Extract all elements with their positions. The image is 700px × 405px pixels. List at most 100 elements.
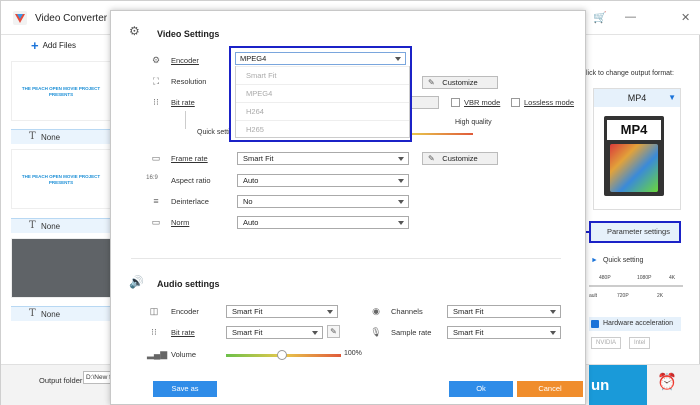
audio-bitrate-select[interactable]: Smart Fit bbox=[226, 326, 323, 339]
thumbnail-text: THE PEACH OPEN MOVIE PROJECT PRESENTS bbox=[21, 86, 101, 97]
sample-rate-select[interactable]: Smart Fit bbox=[447, 326, 561, 339]
norm-value: Auto bbox=[243, 218, 259, 227]
resolution-slider[interactable]: 480P 1080P 4K ault 720P 2K bbox=[589, 273, 684, 303]
audio-encoder-select[interactable]: Smart Fit bbox=[226, 305, 338, 318]
close-icon[interactable]: ✕ bbox=[681, 11, 690, 24]
subtitle-row[interactable]: T None bbox=[11, 306, 111, 321]
quick-setting-label: Quick setting bbox=[602, 257, 644, 264]
triangle-right-icon: ► bbox=[591, 257, 598, 264]
alarm-clock-icon[interactable]: ⏰ bbox=[647, 365, 687, 401]
ok-button[interactable]: Ok bbox=[449, 381, 513, 397]
caret-down-icon bbox=[395, 57, 401, 61]
customize-label: Customize bbox=[442, 154, 478, 163]
checkbox[interactable] bbox=[511, 98, 520, 107]
deinterlace-icon: ≡ bbox=[153, 196, 159, 206]
encoder-option[interactable]: MPEG4 bbox=[236, 84, 409, 102]
app-logo-icon bbox=[13, 11, 27, 25]
slider-track bbox=[589, 285, 683, 287]
customize-frame-rate-button[interactable]: ✎ Customize bbox=[422, 152, 498, 165]
quick-setting-toggle[interactable]: ► Quick setting bbox=[591, 257, 643, 264]
sample-rate-value: Smart Fit bbox=[453, 328, 484, 337]
lossless-mode-checkbox[interactable]: Lossless mode bbox=[511, 98, 574, 107]
intel-option[interactable]: Intel bbox=[629, 337, 651, 349]
caret-down-icon bbox=[550, 310, 556, 314]
norm-select[interactable]: Auto bbox=[237, 216, 409, 229]
save-as-button[interactable]: Save as bbox=[153, 381, 217, 397]
caret-down-icon bbox=[398, 200, 404, 204]
tree-line bbox=[185, 111, 186, 129]
subtitle-label: None bbox=[41, 310, 61, 319]
customize-resolution-button[interactable]: ✎ Customize bbox=[422, 76, 498, 89]
deinterlace-select[interactable]: No bbox=[237, 195, 409, 208]
add-files-button[interactable]: + Add Files bbox=[31, 39, 76, 52]
hardware-acceleration-toggle[interactable]: Hardware acceleration bbox=[589, 317, 681, 331]
aspect-ratio-label: Aspect ratio bbox=[171, 176, 211, 185]
res-tick: 480P bbox=[599, 275, 611, 281]
parameter-settings-button[interactable]: Parameter settings bbox=[589, 221, 681, 243]
subtitle-label: None bbox=[41, 133, 61, 142]
res-tick: 720P bbox=[617, 293, 629, 299]
format-header[interactable]: MP4 ▼ bbox=[594, 89, 680, 107]
high-quality-label: High quality bbox=[455, 119, 492, 126]
encoder-current-value: MPEG4 bbox=[240, 54, 267, 63]
gpu-options: NVIDIA Intel bbox=[591, 337, 651, 349]
monitor-icon: ▭ bbox=[151, 217, 161, 227]
channels-label: Channels bbox=[391, 307, 423, 316]
subtitle-row[interactable]: T None bbox=[11, 218, 111, 233]
res-tick: 1080P bbox=[637, 275, 652, 281]
subtitle-label: None bbox=[41, 222, 61, 231]
aspect-ratio-value: Auto bbox=[243, 176, 259, 185]
checkbox-checked[interactable] bbox=[591, 320, 599, 328]
format-badge: MP4 bbox=[607, 120, 661, 140]
chevron-down-icon: ▼ bbox=[668, 93, 676, 102]
aspect-ratio-select[interactable]: Auto bbox=[237, 174, 409, 187]
frame-rate-select[interactable]: Smart Fit bbox=[237, 152, 409, 165]
frame-rate-label: Frame rate bbox=[171, 154, 208, 163]
quality-slider-track[interactable] bbox=[411, 133, 473, 135]
caret-down-icon bbox=[398, 157, 404, 161]
output-format-hint: lick to change output format: bbox=[586, 70, 674, 77]
channels-select[interactable]: Smart Fit bbox=[447, 305, 561, 318]
subtitle-row[interactable]: T None bbox=[11, 129, 111, 144]
text-icon: T bbox=[29, 220, 36, 231]
audio-bitrate-icon: ⁝⁝ bbox=[151, 327, 157, 337]
encoder-option[interactable]: H264 bbox=[236, 102, 409, 120]
microphone-icon: 🎙 bbox=[370, 327, 382, 337]
encoder-options-list: Smart Fit MPEG4 H264 H265 bbox=[235, 66, 410, 138]
nvidia-option[interactable]: NVIDIA bbox=[591, 337, 622, 349]
output-folder-field[interactable]: D:\New fo bbox=[83, 371, 113, 384]
video-thumbnail[interactable]: THE PEACH OPEN MOVIE PROJECT PRESENTS bbox=[11, 61, 111, 121]
vbr-label: VBR mode bbox=[464, 98, 501, 107]
encoder-option[interactable]: H265 bbox=[236, 120, 409, 138]
run-button[interactable]: un bbox=[589, 365, 647, 405]
res-tick: 2K bbox=[657, 293, 664, 299]
lossless-label: Lossless mode bbox=[524, 98, 575, 107]
output-format-selector[interactable]: MP4 ▼ MP4 bbox=[593, 88, 681, 210]
cancel-button[interactable]: Cancel bbox=[517, 381, 583, 397]
cart-icon[interactable]: 🛒 bbox=[593, 11, 607, 24]
volume-value: 100% bbox=[344, 350, 362, 357]
film-reel-icon bbox=[610, 144, 658, 192]
audio-bitrate-value: Smart Fit bbox=[232, 328, 263, 337]
format-name: MP4 bbox=[627, 93, 647, 103]
checkbox[interactable] bbox=[451, 98, 460, 107]
encoder-dropdown[interactable]: MPEG4 Smart Fit MPEG4 H264 H265 bbox=[229, 46, 412, 142]
volume-slider-handle[interactable] bbox=[277, 350, 287, 360]
encoder-option[interactable]: Smart Fit bbox=[236, 66, 409, 84]
bitrate-label: Bit rate bbox=[171, 98, 195, 107]
aspect-ratio-icon: 16:9 bbox=[146, 175, 158, 181]
video-thumbnail[interactable]: THE PEACH OPEN MOVIE PROJECT PRESENTS bbox=[11, 149, 111, 209]
sample-rate-label: Sample rate bbox=[391, 328, 432, 337]
edit-bitrate-button[interactable]: ✎ bbox=[327, 325, 340, 338]
minimize-icon[interactable]: — bbox=[625, 11, 636, 23]
audio-settings-title: Audio settings bbox=[157, 279, 220, 289]
video-thumbnail[interactable] bbox=[11, 238, 111, 298]
audio-encoder-icon: ◫ bbox=[149, 306, 159, 316]
audio-bitrate-label: Bit rate bbox=[171, 328, 195, 337]
res-tick: ault bbox=[589, 293, 598, 299]
text-icon: T bbox=[29, 131, 36, 142]
volume-label: Volume bbox=[171, 350, 197, 359]
vbr-mode-checkbox[interactable]: VBR mode bbox=[451, 98, 500, 107]
caret-down-icon bbox=[398, 179, 404, 183]
encoder-select[interactable]: MPEG4 bbox=[235, 52, 406, 65]
